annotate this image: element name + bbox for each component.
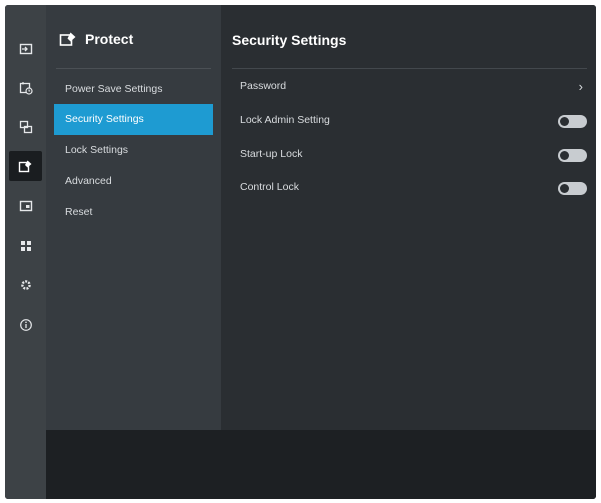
submenu-title: Protect (85, 31, 134, 47)
osd-window: Protect Power Save Settings Security Set… (5, 5, 596, 499)
multi-picture-icon[interactable] (5, 112, 46, 142)
submenu-header: Protect (46, 5, 221, 69)
settings-panel: Security Settings Password › Lock Admin … (221, 5, 596, 430)
picture-icon[interactable] (5, 191, 46, 221)
setting-label: Password (240, 80, 287, 92)
setting-row-lock-admin-setting: Lock Admin Setting (232, 106, 587, 136)
protect-icon (59, 31, 77, 52)
setting-label: Control Lock (240, 181, 299, 193)
submenu-divider (56, 68, 211, 69)
submenu-item-reset[interactable]: Reset (54, 197, 213, 228)
toggle-knob (560, 151, 569, 160)
toggle-knob (560, 184, 569, 193)
schedule-icon[interactable] (5, 73, 46, 103)
setting-label: Start-up Lock (240, 148, 303, 160)
start-up-lock-toggle[interactable] (558, 149, 587, 162)
settings-divider (232, 68, 587, 69)
submenu-item-security-settings[interactable]: Security Settings (54, 104, 213, 135)
submenu-panel: Protect Power Save Settings Security Set… (46, 5, 221, 430)
toggle-knob (560, 117, 569, 126)
lock-admin-setting-toggle[interactable] (558, 115, 587, 128)
apps-icon[interactable] (5, 231, 46, 261)
page-title: Security Settings (232, 32, 347, 48)
chevron-right-icon: › (578, 79, 583, 94)
submenu-item-power-save-settings[interactable]: Power Save Settings (54, 74, 213, 105)
control-lock-toggle[interactable] (558, 182, 587, 195)
setting-row-start-up-lock: Start-up Lock (232, 140, 587, 170)
bottom-bar (46, 430, 596, 499)
setting-row-password[interactable]: Password › (232, 72, 587, 102)
icon-rail (5, 5, 46, 499)
setting-label: Lock Admin Setting (240, 114, 330, 126)
submenu-item-advanced[interactable]: Advanced (54, 166, 213, 197)
input-icon[interactable] (5, 34, 46, 64)
protect-icon[interactable] (9, 151, 42, 181)
info-icon[interactable] (5, 310, 46, 340)
setting-row-control-lock: Control Lock (232, 173, 587, 203)
submenu-item-lock-settings[interactable]: Lock Settings (54, 135, 213, 166)
settings-icon[interactable] (5, 270, 46, 300)
